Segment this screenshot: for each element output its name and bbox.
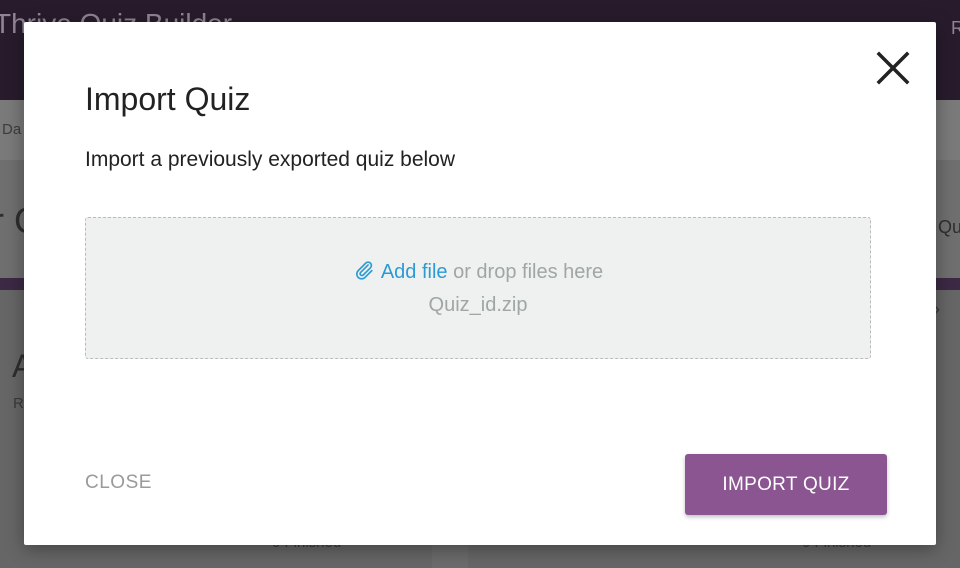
close-icon[interactable] xyxy=(874,49,912,87)
breadcrumb: Da xyxy=(2,121,22,138)
background-heading-right: Qu xyxy=(937,217,960,237)
modal-description: Import a previously exported quiz below xyxy=(85,148,456,171)
close-button[interactable]: CLOSE xyxy=(85,472,152,494)
file-dropzone[interactable]: Add file or drop files here Quiz_id.zip xyxy=(85,217,871,359)
drop-files-text: or drop files here xyxy=(447,261,604,283)
import-quiz-modal: Import Quiz Import a previously exported… xyxy=(24,22,936,545)
dropzone-prompt: Add file or drop files here xyxy=(86,259,870,287)
filename-hint: Quiz_id.zip xyxy=(428,294,528,316)
header-right-text: R xyxy=(951,18,960,38)
background-card-subtitle: R xyxy=(13,395,24,412)
import-quiz-button[interactable]: IMPORT QUIZ xyxy=(685,454,887,515)
add-file-link[interactable]: Add file xyxy=(381,261,448,283)
paperclip-icon xyxy=(353,259,375,287)
page: Thrive Quiz Builder R Da r C Qu A R 0 Fi… xyxy=(0,0,960,568)
modal-title: Import Quiz xyxy=(85,81,251,117)
